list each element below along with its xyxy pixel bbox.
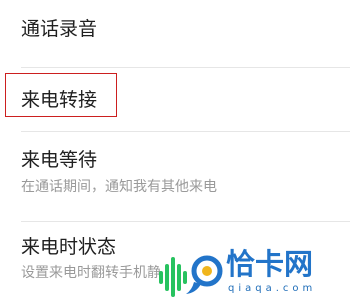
watermark-name: 恰卡网: [226, 247, 314, 281]
highlight-box: [5, 73, 117, 117]
settings-item-label: 来电等待: [21, 149, 98, 171]
settings-item-label: 通话录音: [21, 18, 98, 40]
sound-wave-logo-icon: [159, 255, 223, 297]
watermark-domain: qiaqa.com: [228, 283, 317, 294]
settings-item-call-recording[interactable]: 通话录音: [0, 0, 350, 68]
settings-item-label: 来电时状态: [21, 236, 117, 258]
watermark-logo: 恰卡网 qiaqa.com: [156, 244, 350, 300]
settings-item-description: 在通话期间，通知我有其他来电: [21, 179, 217, 195]
settings-item-call-waiting[interactable]: 来电等待 在通话期间，通知我有其他来电: [0, 132, 350, 222]
settings-item-description: 设置来电时翻转手机静: [21, 265, 161, 281]
